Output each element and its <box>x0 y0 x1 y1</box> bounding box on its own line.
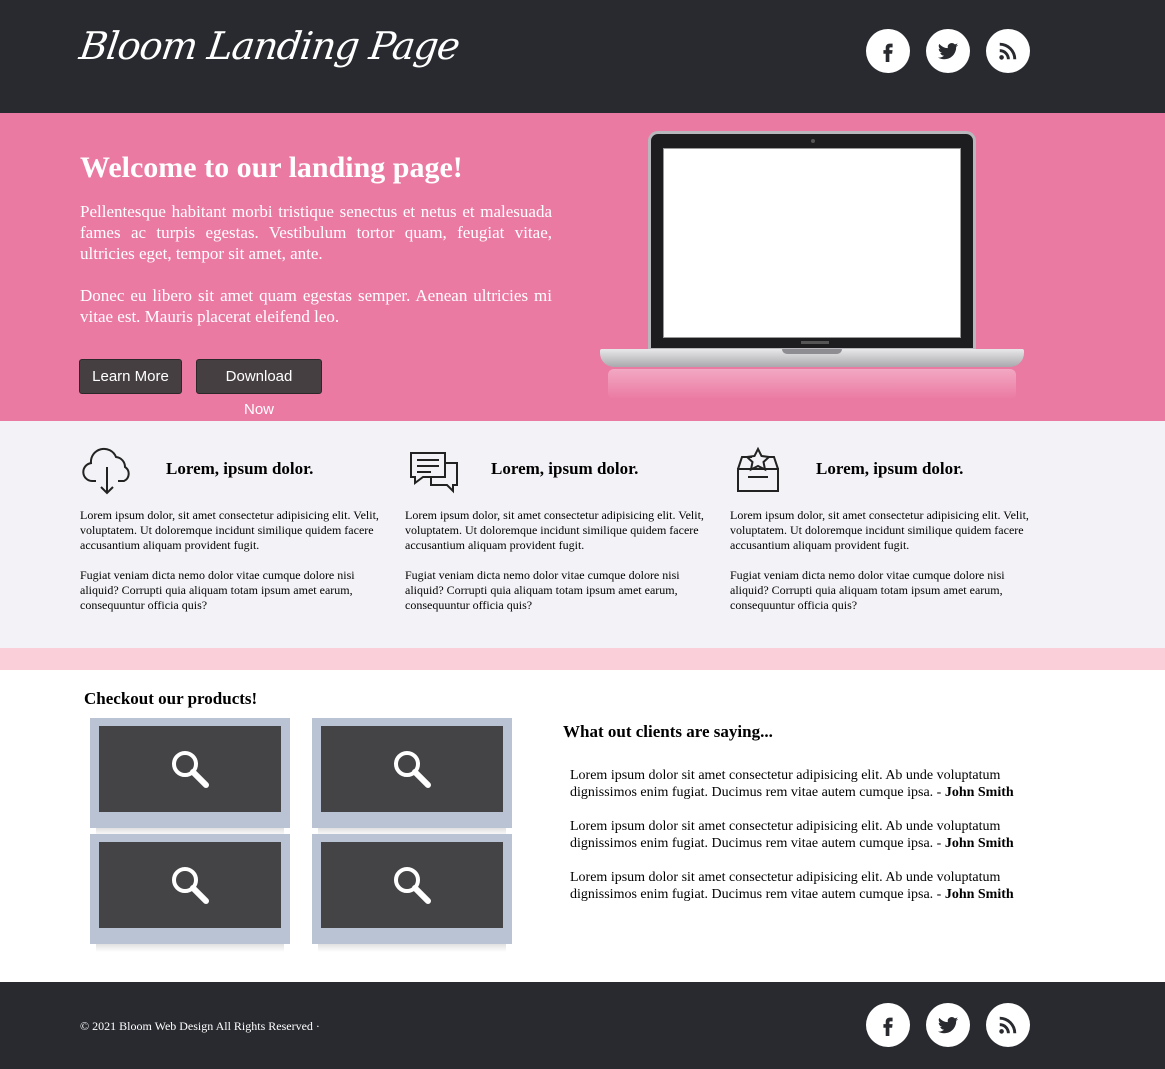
testimonial-text: Lorem ipsum dolor sit amet consectetur a… <box>570 768 1001 800</box>
magnifier-icon <box>394 751 431 788</box>
site-header: Bloom Landing Page <box>0 0 1165 113</box>
laptop-screen <box>663 148 961 338</box>
rss-button[interactable] <box>986 29 1030 73</box>
footer-social-links <box>866 1003 1030 1047</box>
product-thumbnail[interactable] <box>90 718 290 836</box>
twitter-icon <box>937 1017 959 1034</box>
testimonial-author: John Smith <box>944 785 1014 800</box>
features-section: Lorem, ipsum dolor. Lorem ipsum dolor, s… <box>0 421 1165 648</box>
testimonial-item: Lorem ipsum dolor sit amet consectetur a… <box>570 767 1040 801</box>
twitter-icon <box>937 43 959 60</box>
site-logo[interactable]: Bloom Landing Page <box>77 24 462 68</box>
rss-icon <box>999 1016 1017 1034</box>
rss-button[interactable] <box>986 1003 1030 1047</box>
testimonials-title: What out clients are saying... <box>563 722 773 741</box>
cloud-download-icon <box>82 447 130 495</box>
hero-paragraph-2: Donec eu libero sit amet quam egestas se… <box>80 286 552 326</box>
divider-band <box>0 648 1165 670</box>
rss-icon <box>999 42 1017 60</box>
facebook-button[interactable] <box>866 1003 910 1047</box>
feature-text-1: Lorem ipsum dolor, sit amet consectetur … <box>405 508 704 552</box>
laptop-image <box>598 131 1026 401</box>
laptop-base <box>600 349 1024 367</box>
twitter-button[interactable] <box>926 1003 970 1047</box>
testimonial-item: Lorem ipsum dolor sit amet consectetur a… <box>570 818 1040 852</box>
site-footer: © 2021 Bloom Web Design All Rights Reser… <box>0 982 1165 1069</box>
learn-more-button[interactable]: Learn More <box>79 359 182 394</box>
download-now-button[interactable]: Download Now <box>196 359 322 418</box>
magnifier-icon <box>172 751 209 788</box>
product-image <box>321 842 503 928</box>
facebook-icon <box>883 43 893 62</box>
product-image <box>99 726 281 812</box>
hero-paragraph-1: Pellentesque habitant morbi tristique se… <box>80 202 552 263</box>
magnifier-icon <box>394 867 431 904</box>
testimonial-author: John Smith <box>944 836 1014 851</box>
star-folder-icon <box>737 446 779 492</box>
feature-title: Lorem, ipsum dolor. <box>491 459 639 478</box>
product-thumbnail[interactable] <box>312 718 512 836</box>
laptop-lid <box>648 131 976 351</box>
laptop-label <box>801 341 829 344</box>
testimonial-item: Lorem ipsum dolor sit amet consectetur a… <box>570 869 1040 903</box>
testimonial-author: John Smith <box>944 887 1014 902</box>
facebook-icon <box>883 1017 893 1036</box>
copyright-text: © 2021 Bloom Web Design All Rights Reser… <box>80 1019 320 1033</box>
feature-title: Lorem, ipsum dolor. <box>166 459 314 478</box>
magnifier-icon <box>172 867 209 904</box>
products-title: Checkout our products! <box>84 689 258 708</box>
feature-text-1: Lorem ipsum dolor, sit amet consectetur … <box>80 508 379 552</box>
feature-text-2: Fugiat veniam dicta nemo dolor vitae cum… <box>730 568 1005 612</box>
product-thumbnail[interactable] <box>90 834 290 952</box>
chat-bubbles-icon <box>410 452 458 494</box>
product-thumbnail[interactable] <box>312 834 512 952</box>
header-social-links <box>866 29 1030 73</box>
hero-section: Welcome to our landing page! Pellentesqu… <box>0 113 1165 421</box>
testimonial-text: Lorem ipsum dolor sit amet consectetur a… <box>570 870 1001 902</box>
laptop-notch <box>782 349 842 354</box>
testimonial-text: Lorem ipsum dolor sit amet consectetur a… <box>570 819 1001 851</box>
feature-text-1: Lorem ipsum dolor, sit amet consectetur … <box>730 508 1029 552</box>
feature-title: Lorem, ipsum dolor. <box>816 459 964 478</box>
feature-text-2: Fugiat veniam dicta nemo dolor vitae cum… <box>405 568 680 612</box>
feature-text-2: Fugiat veniam dicta nemo dolor vitae cum… <box>80 568 355 612</box>
laptop-reflection <box>608 369 1016 399</box>
twitter-button[interactable] <box>926 29 970 73</box>
laptop-camera <box>811 139 815 143</box>
product-image <box>99 842 281 928</box>
facebook-button[interactable] <box>866 29 910 73</box>
hero-title: Welcome to our landing page! <box>80 151 463 184</box>
product-image <box>321 726 503 812</box>
